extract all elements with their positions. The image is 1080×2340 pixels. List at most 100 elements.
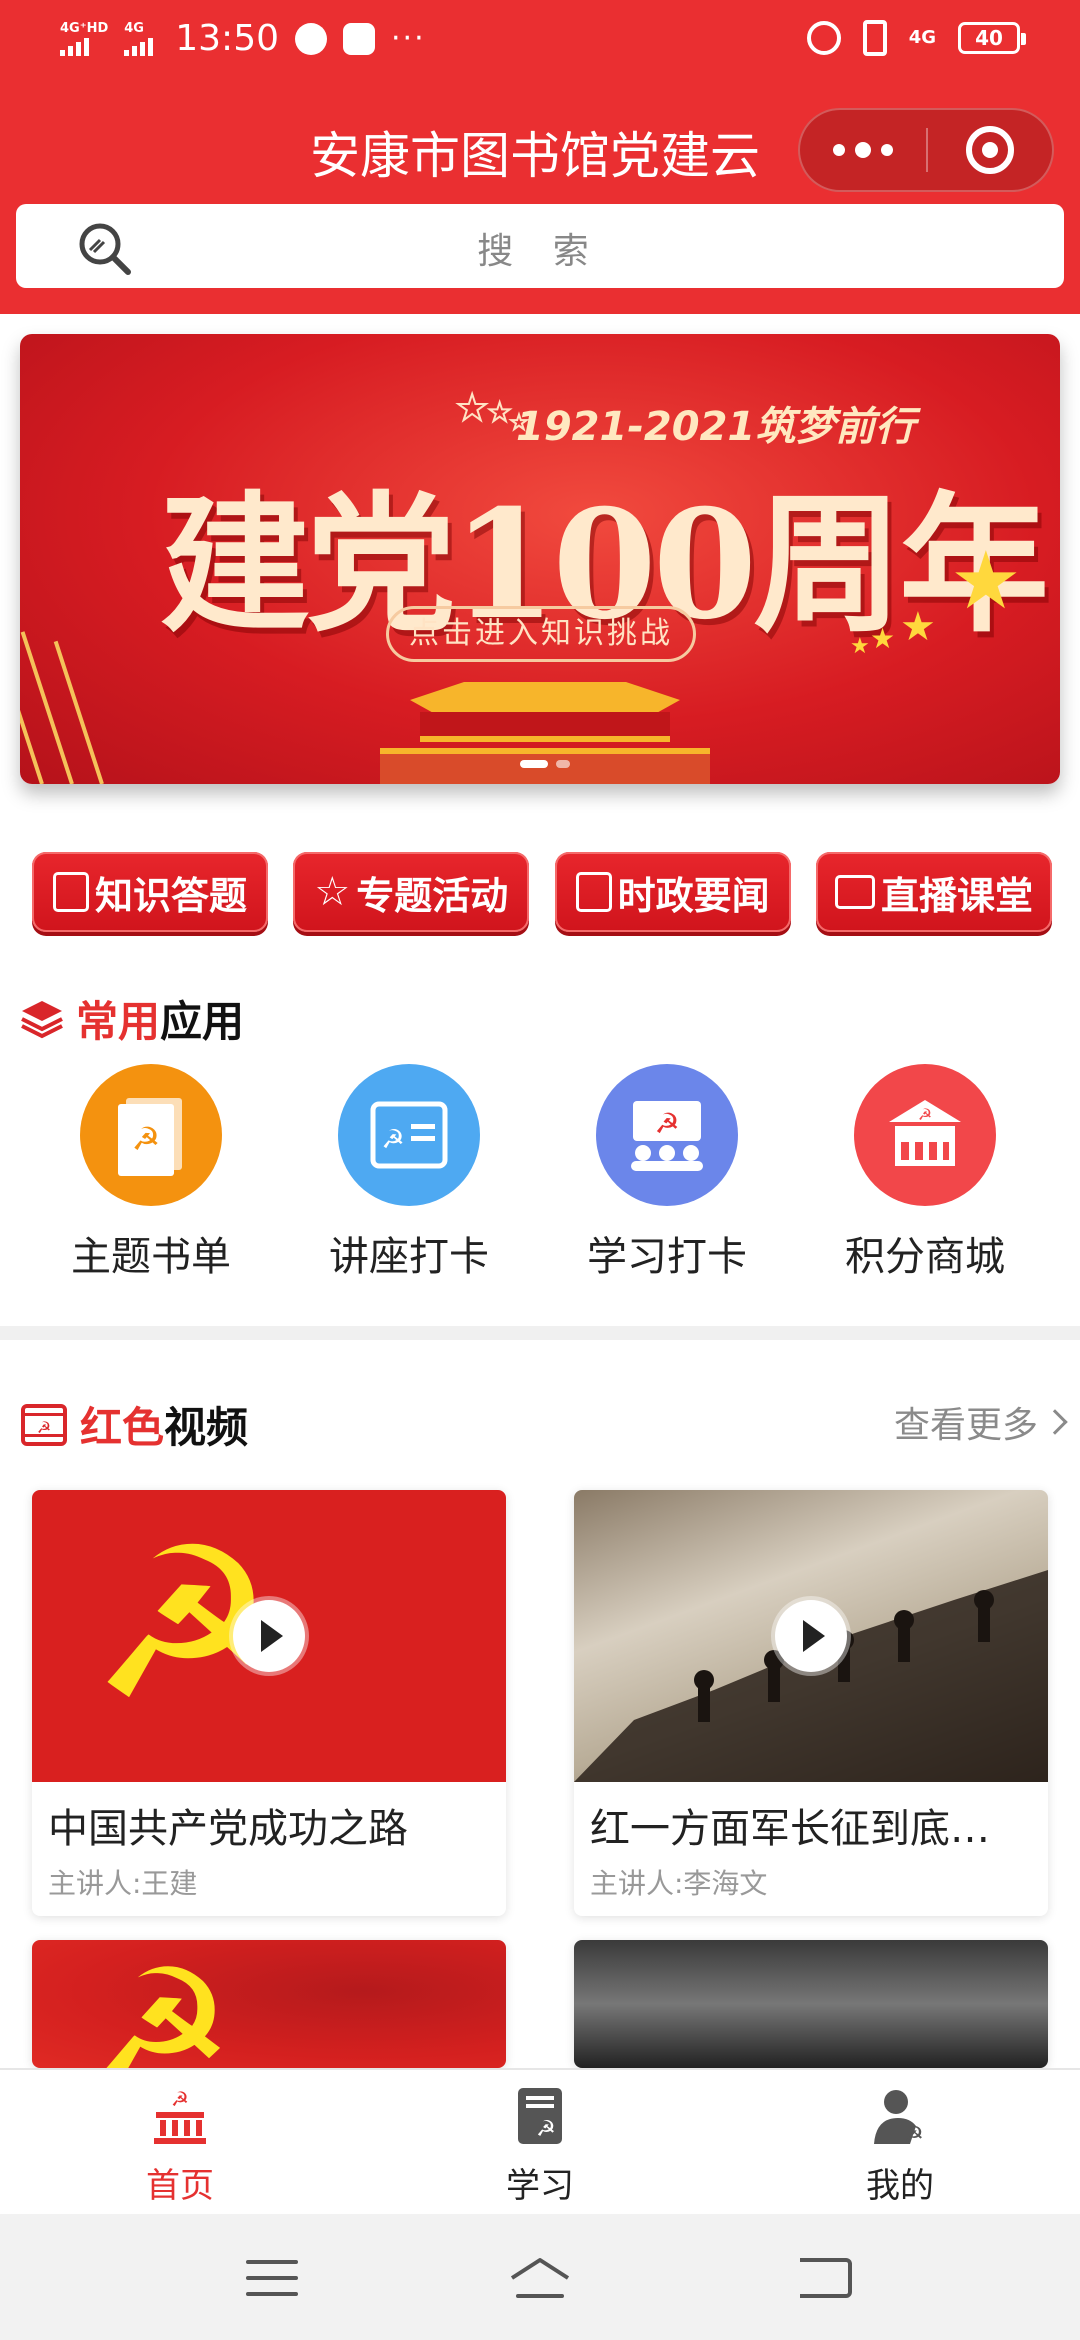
- status-bar: 4G⁺HD 4G 13:50 ··· 4G 40: [0, 0, 1080, 84]
- common-apps-list: ☭ 主题书单 ☭ 讲座打卡 ☭ 学习打卡 ☭ 积分商城: [0, 1064, 1080, 1282]
- svg-text:☭: ☭: [654, 1107, 679, 1140]
- mall-icon: ☭: [854, 1064, 996, 1206]
- live-class-label: 直播课堂: [880, 873, 1033, 918]
- battery-icon: 40: [958, 22, 1026, 54]
- tab-mine[interactable]: ☭ 我的: [720, 2070, 1080, 2214]
- section-divider: [0, 1326, 1080, 1340]
- quiz-button[interactable]: 知识答题: [32, 852, 268, 932]
- app-lecture-checkin[interactable]: ☭ 讲座打卡: [280, 1064, 538, 1282]
- tiananmen-icon: [380, 682, 710, 784]
- video-speaker: 主讲人:李海文: [590, 1867, 768, 1900]
- star-icon: ★: [487, 397, 512, 429]
- quick-buttons: 知识答题 ☆ 专题活动 时政要闻 直播课堂: [32, 852, 1052, 932]
- tab-label: 首页: [146, 2166, 214, 2206]
- page-title: 安康市图书馆党建云: [310, 127, 760, 185]
- svg-text:☭: ☭: [132, 1120, 161, 1158]
- hammer-sickle-icon: ☭: [90, 1940, 234, 2069]
- signal-2-label: 4G: [124, 20, 144, 36]
- play-icon[interactable]: [233, 1600, 305, 1672]
- status-time: 13:50: [175, 18, 279, 59]
- app-label: 讲座打卡: [329, 1234, 489, 1280]
- network-icon: 4G: [908, 27, 936, 48]
- tab-label: 我的: [866, 2166, 934, 2206]
- home-nav-icon[interactable]: [508, 2256, 572, 2300]
- vibrate-icon: [862, 20, 887, 56]
- home-icon: ☭: [154, 2087, 206, 2144]
- search-input[interactable]: 搜 索: [16, 204, 1064, 288]
- red-videos-heading-black: 视频: [164, 1403, 249, 1452]
- banner-pagination: [520, 760, 570, 768]
- news-icon: [575, 872, 612, 912]
- back-icon[interactable]: [800, 2258, 852, 2298]
- app-notification-icon: [343, 22, 375, 55]
- svg-text:☭: ☭: [918, 1105, 932, 1124]
- film-icon: ☭: [21, 1403, 67, 1446]
- app-label: 学习打卡: [587, 1234, 747, 1280]
- chevron-right-icon: [1042, 1409, 1068, 1435]
- status-right: 4G 40: [806, 20, 1026, 56]
- red-videos-heading: ☭ 红色 视频: [20, 1394, 248, 1455]
- video-card[interactable]: ☭ 中国共产党成功之路 主讲人:王建: [32, 1490, 506, 1916]
- user-icon: ☭: [874, 2090, 924, 2148]
- news-button[interactable]: 时政要闻: [554, 852, 791, 932]
- video-card[interactable]: [574, 1940, 1048, 2068]
- video-thumbnail: [574, 1490, 1048, 1782]
- star-icon: ★: [950, 534, 1022, 627]
- video-card[interactable]: ☭: [32, 1940, 506, 2068]
- star-icon: ★: [900, 604, 936, 650]
- search-placeholder: 搜 索: [477, 231, 603, 272]
- signal-1-label: 4G⁺HD: [60, 20, 109, 36]
- topic-activity-button[interactable]: ☆ 专题活动: [293, 852, 530, 932]
- app-points-mall[interactable]: ☭ 积分商城: [796, 1064, 1054, 1282]
- app-theme-booklist[interactable]: ☭ 主题书单: [22, 1064, 280, 1282]
- svg-text:☭: ☭: [904, 2123, 924, 2148]
- svg-text:☭: ☭: [381, 1125, 404, 1155]
- app-label: 主题书单: [71, 1234, 231, 1280]
- quiz-label: 知识答题: [94, 873, 247, 918]
- close-mini-program-button[interactable]: [928, 110, 1052, 190]
- view-more-label: 查看更多: [893, 1405, 1038, 1446]
- live-class-button[interactable]: 直播课堂: [815, 852, 1052, 932]
- header: 安康市图书馆党建云 搜 索: [0, 84, 1080, 314]
- common-apps-heading-red: 常用: [76, 997, 161, 1046]
- red-videos-heading-red: 红色: [80, 1403, 165, 1452]
- more-notifications: ···: [391, 21, 426, 56]
- view-more-link[interactable]: 查看更多: [893, 1396, 1068, 1448]
- booklist-icon: ☭: [80, 1064, 222, 1206]
- banner[interactable]: ★ ★ ★ 1921-2021筑梦前行 建党100周年 点击进入知识挑战 ★ ★…: [20, 334, 1060, 784]
- system-nav-bar: [0, 2214, 1080, 2340]
- app-label: 积分商城: [845, 1234, 1005, 1280]
- flag-icon: [20, 631, 74, 784]
- app-study-checkin[interactable]: ☭ 学习打卡: [538, 1064, 796, 1282]
- tab-home[interactable]: ☭ 首页: [0, 2070, 360, 2214]
- svg-text:☭: ☭: [37, 1418, 51, 1437]
- tab-bar: ☭ 首页 ☭ 学习 ☭ 我的: [0, 2068, 1080, 2214]
- star-icon: ★: [870, 622, 896, 655]
- lecture-icon: ☭: [338, 1064, 480, 1206]
- status-left: 4G⁺HD 4G 13:50 ···: [60, 18, 426, 59]
- common-apps-heading: 常用 应用: [20, 988, 244, 1049]
- menu-icon[interactable]: [246, 2260, 298, 2296]
- notification-icon: [295, 22, 327, 55]
- study-icon: ☭: [596, 1064, 738, 1206]
- more-options-button[interactable]: [800, 110, 926, 190]
- star-icon: ★: [850, 634, 870, 659]
- common-apps-heading-black: 应用: [160, 997, 245, 1046]
- star-icon: ☆: [314, 869, 351, 915]
- video-speaker: 主讲人:王建: [48, 1867, 198, 1900]
- video-card[interactable]: 红一方面军长征到底… 主讲人:李海文: [574, 1490, 1048, 1916]
- flag-icon: [53, 640, 104, 784]
- news-label: 时政要闻: [617, 873, 770, 918]
- study-book-icon: ☭: [518, 2088, 562, 2144]
- tab-label: 学习: [506, 2166, 574, 2206]
- play-icon[interactable]: [775, 1600, 847, 1672]
- alarm-icon: [806, 21, 841, 55]
- banner-challenge-button[interactable]: 点击进入知识挑战: [386, 606, 696, 662]
- video-thumbnail: ☭: [32, 1940, 506, 2068]
- flag-icon: [20, 650, 44, 784]
- quiz-icon: [52, 872, 89, 912]
- tv-icon: [834, 875, 875, 909]
- tab-study[interactable]: ☭ 学习: [360, 2070, 720, 2214]
- target-icon: [965, 126, 1014, 174]
- star-icon: ★: [455, 387, 489, 430]
